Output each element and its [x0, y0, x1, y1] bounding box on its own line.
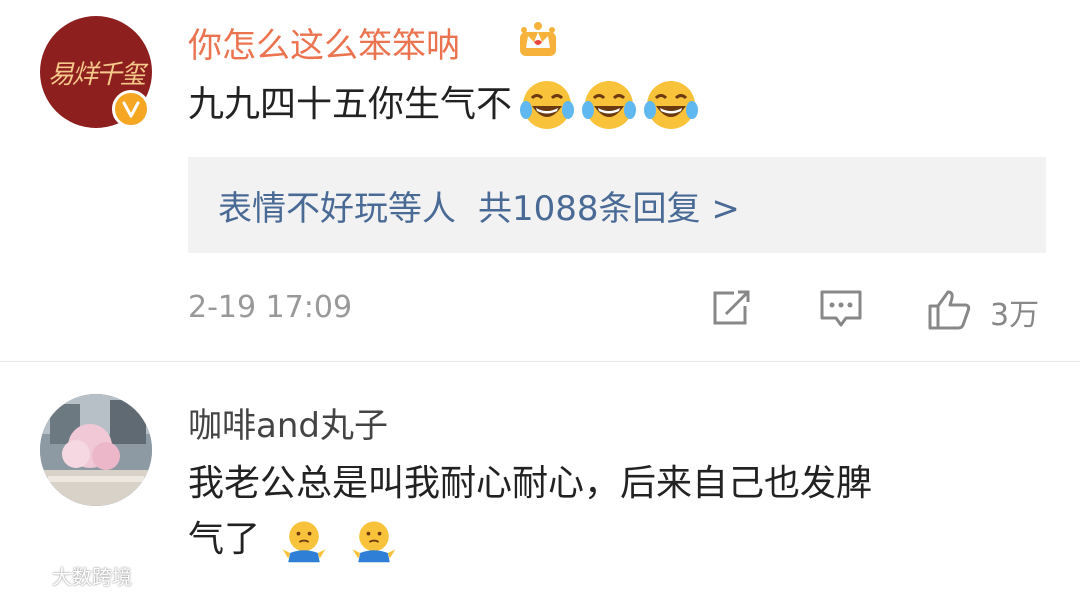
comment-text-content: 九九四十五你生气不: [188, 84, 513, 125]
shrug-emoji: [352, 521, 396, 563]
crown-member-icon: [516, 18, 560, 62]
watermark: 大数跨境: [8, 561, 132, 590]
avatar-photo: [40, 394, 152, 506]
share-button[interactable]: [710, 288, 754, 332]
reply-count-link[interactable]: 共1088条回复 >: [478, 189, 740, 229]
laughing-tears-emoji: [644, 81, 699, 129]
verified-badge-icon: [112, 90, 150, 128]
laughing-tears-emoji: [582, 81, 637, 129]
comment-item: 咖啡and丸子 我老公总是叫我耐心耐心，后来自己也发脾 气了: [0, 362, 1080, 595]
reply-summary-text: 表情不好玩等人 共1088条回复 >: [218, 181, 762, 230]
like-count: 3万: [990, 298, 1040, 333]
thumbs-up-icon: [928, 290, 971, 330]
comment-button[interactable]: [818, 288, 864, 334]
reply-author: 表情不好玩等人: [218, 189, 456, 229]
watermark-text: 大数跨境: [52, 565, 132, 589]
comment-icon: [820, 290, 862, 327]
comment-text: 九九四十五你生气不: [188, 76, 699, 134]
laughing-tears-emoji: [520, 81, 575, 129]
comment-text: 我老公总是叫我耐心耐心，后来自己也发脾 气了: [188, 456, 1028, 568]
comment-text-line-2: 气了: [188, 512, 1028, 568]
comment-text-content: 气了: [188, 519, 261, 560]
reply-summary-box[interactable]: 表情不好玩等人 共1088条回复 >: [188, 157, 1046, 253]
avatar[interactable]: [40, 394, 152, 506]
watermark-logo-icon: [8, 566, 51, 585]
username[interactable]: 你怎么这么笨笨呐: [188, 18, 460, 67]
comment-item: 易烊千玺 你怎么这么笨笨呐 九九四十五你生气不 表情不好玩等人 共1088条回复…: [0, 0, 1080, 362]
share-edit-icon: [713, 290, 750, 325]
shrug-emoji: [283, 521, 326, 563]
username[interactable]: 咖啡and丸子: [188, 398, 388, 447]
like-button[interactable]: [926, 288, 974, 336]
timestamp: 2-19 17:09: [188, 290, 353, 325]
comment-text-line: 我老公总是叫我耐心耐心，后来自己也发脾: [188, 463, 873, 504]
